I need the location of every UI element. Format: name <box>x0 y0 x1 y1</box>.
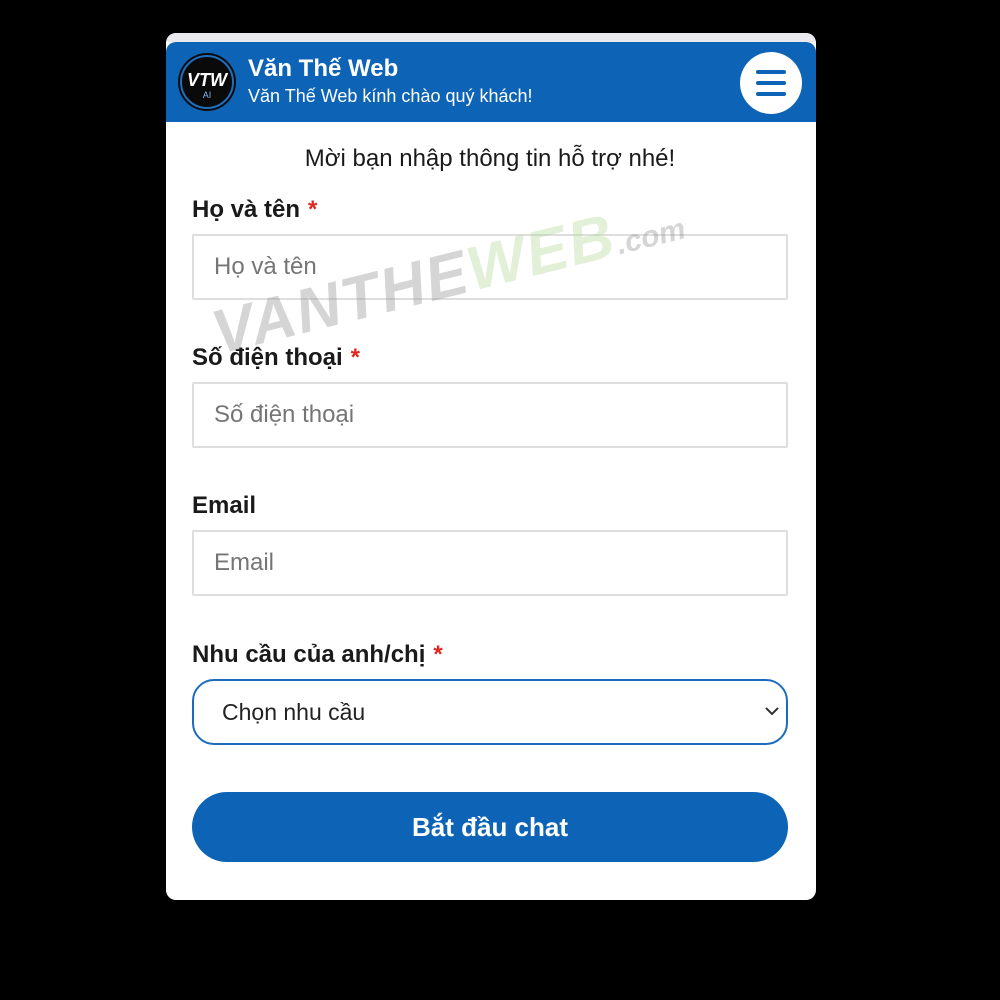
phone-input[interactable] <box>192 382 788 448</box>
phone-label-text: Số điện thoại <box>192 344 343 371</box>
brand-logo: VTW AI <box>178 53 236 111</box>
top-strip <box>166 33 816 42</box>
need-select-value: Chọn nhu cầu <box>222 699 366 725</box>
name-label-text: Họ và tên <box>192 196 301 223</box>
required-mark: * <box>350 344 361 371</box>
phone-label: Số điện thoại * <box>192 344 360 372</box>
logo-text: VTW <box>187 70 229 90</box>
chat-window: VTW AI Văn Thế Web Văn Thế Web kính chào… <box>166 33 816 900</box>
name-label: Họ và tên * <box>192 196 317 224</box>
required-mark: * <box>433 641 443 668</box>
need-label-text: Nhu cầu của anh/chị <box>192 641 426 668</box>
brand-subtitle: Văn Thế Web kính chào quý khách! <box>248 86 533 106</box>
start-chat-button[interactable]: Bắt đầu chat <box>192 792 788 862</box>
logo-subtext: AI <box>203 90 212 100</box>
required-mark: * <box>308 196 318 223</box>
email-label: Email <box>192 492 256 520</box>
chat-header: VTW AI Văn Thế Web Văn Thế Web kính chào… <box>166 42 816 122</box>
email-input[interactable] <box>192 530 788 596</box>
email-label-text: Email <box>192 492 257 519</box>
chevron-down-icon <box>765 707 779 716</box>
brand-title: Văn Thế Web <box>248 55 399 82</box>
menu-button[interactable] <box>740 52 802 114</box>
need-select[interactable]: Chọn nhu cầu <box>192 679 788 745</box>
form-intro: Mời bạn nhập thông tin hỗ trợ nhé! <box>304 145 676 172</box>
name-input[interactable] <box>192 234 788 300</box>
need-label: Nhu cầu của anh/chị * <box>192 641 443 669</box>
